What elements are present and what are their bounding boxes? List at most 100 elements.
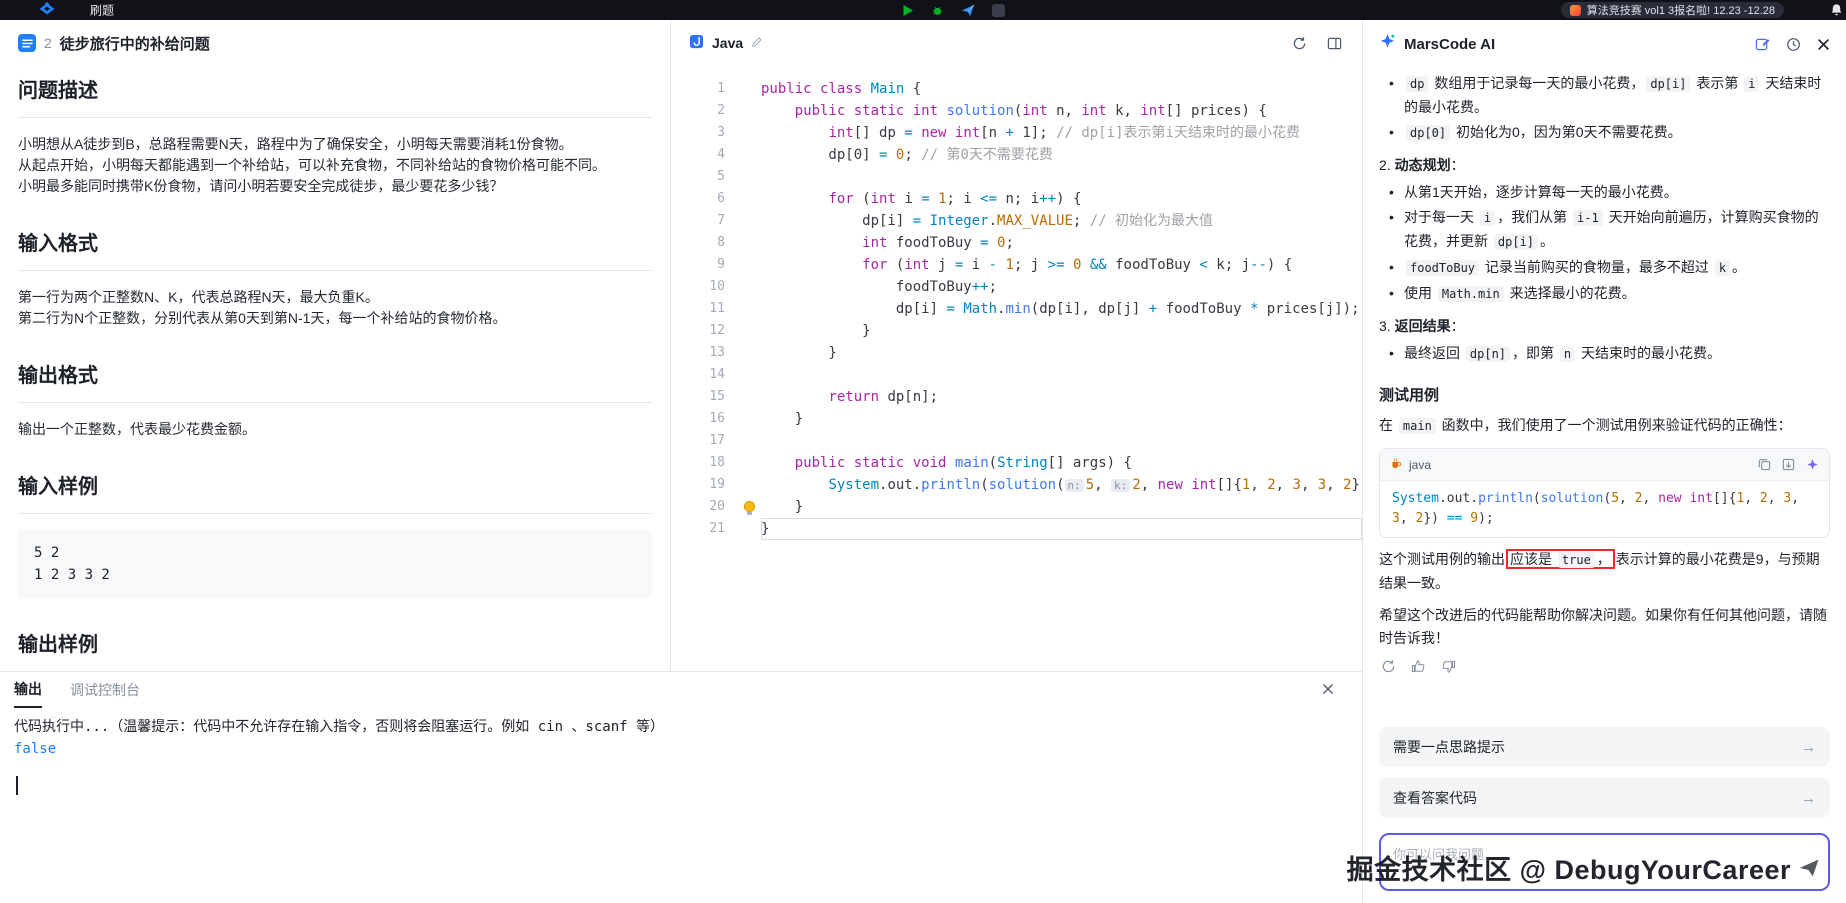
toolbar-extra-icon[interactable]: [992, 4, 1005, 17]
code-text: }: [761, 496, 1362, 518]
code-line[interactable]: 1public class Main {: [671, 78, 1362, 100]
editor-language-tab[interactable]: Java: [689, 34, 763, 52]
code-line[interactable]: 11 dp[i] = Math.min(dp[i], dp[j] + foodT…: [671, 298, 1362, 320]
bullet-icon: •: [1389, 206, 1404, 254]
debug-icon[interactable]: [931, 4, 944, 17]
line-number[interactable]: 4: [671, 144, 741, 166]
line-number[interactable]: 9: [671, 254, 741, 276]
close-icon[interactable]: [1817, 38, 1830, 51]
regenerate-icon[interactable]: [1381, 659, 1396, 674]
thumbs-up-icon[interactable]: [1411, 659, 1426, 674]
code-line[interactable]: 20 }: [671, 496, 1362, 518]
code-line[interactable]: 13 }: [671, 342, 1362, 364]
code-line[interactable]: 6 for (int i = 1; i <= n; i++) {: [671, 188, 1362, 210]
ai-paragraph: 3. 返回结果：: [1379, 315, 1830, 338]
line-number[interactable]: 7: [671, 210, 741, 232]
run-icon[interactable]: [902, 4, 914, 17]
line-number[interactable]: 17: [671, 430, 741, 452]
layout-split-icon[interactable]: [1327, 36, 1342, 51]
code-line[interactable]: 14: [671, 364, 1362, 386]
code-line[interactable]: 2 public static int solution(int n, int …: [671, 100, 1362, 122]
line-number[interactable]: 8: [671, 232, 741, 254]
insert-code-icon[interactable]: [1782, 458, 1795, 471]
code-line[interactable]: 18 public static void main(String[] args…: [671, 452, 1362, 474]
list-item-text: 对于每一天 i，我们从第 i-1 天开始向前遍历，计算购买食物的花费，并更新 d…: [1404, 206, 1830, 254]
line-number[interactable]: 1: [671, 78, 741, 100]
history-icon[interactable]: [1786, 37, 1801, 52]
code-block-actions: [1758, 458, 1819, 471]
line-number[interactable]: 14: [671, 364, 741, 386]
chip-label: 查看答案代码: [1393, 788, 1477, 808]
code-line[interactable]: 19 System.out.println(solution(n:5, k:2,…: [671, 474, 1362, 496]
thumbs-down-icon[interactable]: [1441, 659, 1456, 674]
console-close-icon[interactable]: [1322, 682, 1334, 700]
line-number[interactable]: 5: [671, 166, 741, 188]
line-number[interactable]: 11: [671, 298, 741, 320]
marscode-panel: MarsCode AI •dp 数组用于记录每一天的最小花费，dp[i] 表示第…: [1363, 20, 1846, 903]
copy-icon[interactable]: [1758, 458, 1771, 471]
code-text: [761, 166, 1362, 188]
code-line[interactable]: 15 return dp[n];: [671, 386, 1362, 408]
code-line[interactable]: 10 foodToBuy++;: [671, 276, 1362, 298]
list-item-text: 使用 Math.min 来选择最小的花费。: [1404, 282, 1830, 306]
line-number[interactable]: 19: [671, 474, 741, 496]
code-line[interactable]: 17: [671, 430, 1362, 452]
notification-bell-icon[interactable]: [1830, 3, 1843, 22]
submit-icon[interactable]: [961, 4, 975, 17]
list-item: •对于每一天 i，我们从第 i-1 天开始向前遍历，计算购买食物的花费，并更新 …: [1379, 206, 1830, 254]
code-line[interactable]: 9 for (int j = i - 1; j >= 0 && foodToBu…: [671, 254, 1362, 276]
line-number[interactable]: 10: [671, 276, 741, 298]
code-line[interactable]: 8 int foodToBuy = 0;: [671, 232, 1362, 254]
section-heading: 输入样例: [18, 470, 652, 514]
line-number[interactable]: 18: [671, 452, 741, 474]
contest-banner[interactable]: 算法竞技赛 vol1 3报名啦! 12.23 -12.28: [1561, 2, 1784, 18]
new-chat-icon[interactable]: [1755, 37, 1770, 52]
line-number[interactable]: 20: [671, 496, 741, 518]
practice-nav-item[interactable]: 刷题: [90, 2, 114, 19]
line-number[interactable]: 3: [671, 122, 741, 144]
tab-output[interactable]: 输出: [14, 672, 42, 708]
sparkle-icon[interactable]: [1806, 458, 1819, 471]
juejin-logo-icon[interactable]: [36, 2, 58, 22]
code-line[interactable]: 5: [671, 166, 1362, 188]
line-number[interactable]: 12: [671, 320, 741, 342]
contest-icon: [1570, 5, 1581, 16]
code-text: dp[0] = 0; // 第0天不需要花费: [761, 144, 1362, 166]
line-number[interactable]: 15: [671, 386, 741, 408]
list-item: •dp 数组用于记录每一天的最小花费，dp[i] 表示第 i 天结束时的最小花费…: [1379, 72, 1830, 119]
code-line[interactable]: 21}: [671, 518, 1362, 540]
code-line[interactable]: 4 dp[0] = 0; // 第0天不需要花费: [671, 144, 1362, 166]
line-number[interactable]: 13: [671, 342, 741, 364]
suggestion-chip-hint[interactable]: 需要一点思路提示 →: [1379, 727, 1830, 767]
bulb-slot: [741, 100, 761, 122]
editor-lines[interactable]: 1public class Main {2 public static int …: [671, 66, 1362, 671]
code-text: [761, 430, 1362, 452]
code-line[interactable]: 16 }: [671, 408, 1362, 430]
ai-code-block: java System.: [1379, 448, 1830, 538]
code-line[interactable]: 3 int[] dp = new int[n + 1]; // dp[i]表示第…: [671, 122, 1362, 144]
reset-code-icon[interactable]: [1292, 36, 1307, 51]
code-line[interactable]: 12 }: [671, 320, 1362, 342]
line-number[interactable]: 6: [671, 188, 741, 210]
problem-text-line: 从起点开始，小明每天都能遇到一个补给站，可以补充食物，不同补给站的食物价格可能不…: [18, 155, 652, 176]
line-number[interactable]: 2: [671, 100, 741, 122]
suggestion-chip-answer[interactable]: 查看答案代码 →: [1379, 778, 1830, 818]
console-body: 代码执行中...（温馨提示：代码中不允许存在输入指令，否则将会阻塞运行。例如 c…: [0, 708, 1362, 810]
code-line[interactable]: 7 dp[i] = Integer.MAX_VALUE; // 初始化为最大值: [671, 210, 1362, 232]
bulb-slot: [741, 474, 761, 496]
console-panel: 输出 调试控制台 代码执行中...（温馨提示：代码中不允许存在输入指令，否则将会…: [0, 671, 1362, 903]
tab-debug-console[interactable]: 调试控制台: [70, 672, 140, 708]
ai-blocks-before: •dp 数组用于记录每一天的最小花费，dp[i] 表示第 i 天结束时的最小花费…: [1379, 72, 1830, 438]
bullet-icon: •: [1389, 256, 1404, 280]
lightbulb-icon[interactable]: [744, 501, 755, 512]
java-icon: [689, 34, 704, 52]
edit-pencil-icon[interactable]: [751, 35, 763, 51]
line-number[interactable]: 21: [671, 518, 741, 540]
app: 刷题 算法竞技赛 vol1 3报名啦! 12.23 -12.28: [0, 0, 1846, 903]
line-number[interactable]: 16: [671, 408, 741, 430]
bullet-icon: •: [1389, 282, 1404, 306]
bulb-slot: [741, 78, 761, 100]
problem-list-badge-icon[interactable]: [18, 34, 36, 52]
ai-paragraph: 在 main 函数中，我们使用了一个测试用例来验证代码的正确性：: [1379, 414, 1830, 438]
bulb-slot: [741, 386, 761, 408]
